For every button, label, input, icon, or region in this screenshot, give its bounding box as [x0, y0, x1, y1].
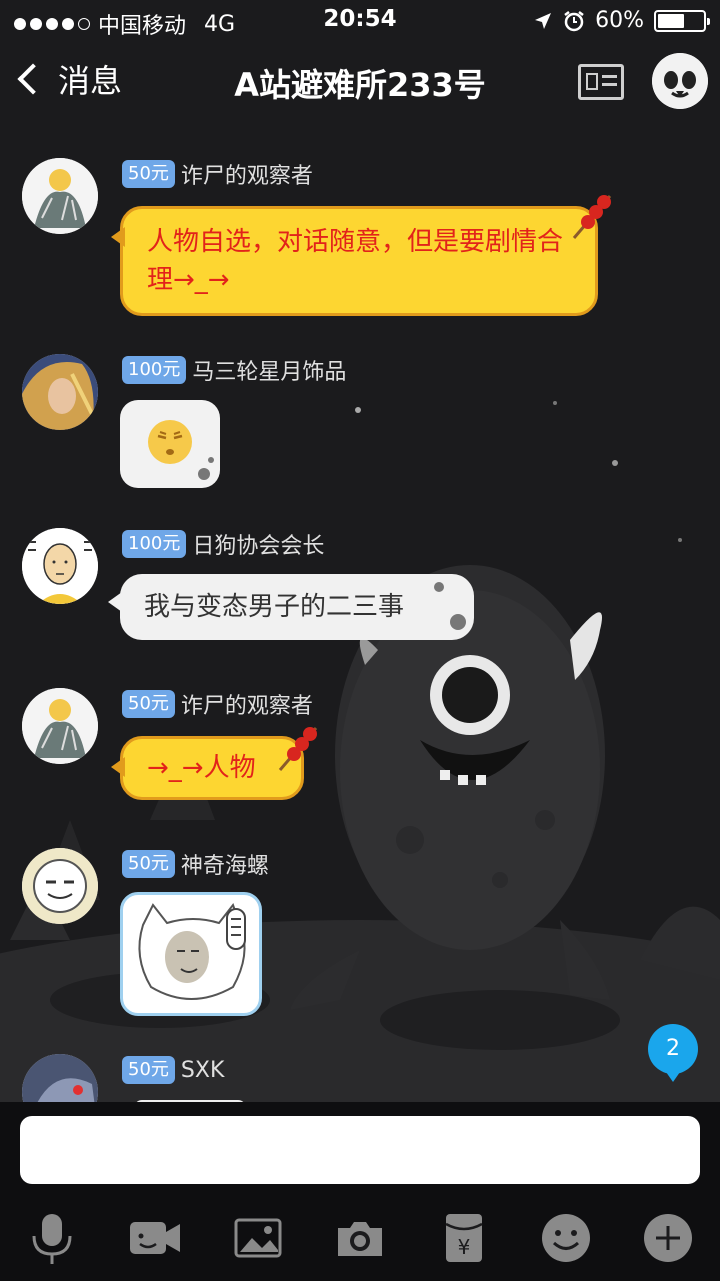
candied-haws-decoration-icon [572, 195, 612, 239]
location-arrow-icon [535, 12, 552, 29]
sender-name[interactable]: 诈尸的观察者 [181, 158, 313, 190]
sender-meta: 50元 神奇海螺 [122, 848, 269, 880]
status-bar: 中国移动 4G 20:54 60% [0, 0, 720, 40]
cat-sticker-bubble[interactable] [120, 892, 262, 1016]
alarm-clock-icon [564, 10, 584, 31]
gift-badge: 100元 [122, 530, 187, 558]
message-text: 人物自选，对话随意，但是要剧情合理→_→ [147, 227, 564, 295]
annoyed-face-emoji-icon [148, 420, 214, 480]
message-bubble[interactable]: 我与变态男子的二三事 [108, 574, 474, 640]
sender-name[interactable]: 诈尸的观察者 [181, 688, 313, 720]
sender-name[interactable]: SXK [181, 1058, 224, 1083]
sender-meta: 50元 SXK [122, 1056, 224, 1084]
input-toolbar: ¥ [0, 1202, 720, 1272]
bubble-decoration [450, 614, 466, 630]
message-text: 我与变态男子的二三事 [144, 592, 405, 622]
input-area: ¥ [0, 1102, 720, 1281]
mic-icon[interactable] [24, 1210, 80, 1266]
avatar[interactable] [22, 354, 98, 430]
video-icon[interactable] [126, 1210, 182, 1266]
sender-meta: 50元 诈尸的观察者 [122, 688, 313, 720]
gift-badge: 50元 [122, 1056, 175, 1084]
message-input[interactable] [20, 1116, 700, 1184]
avatar[interactable] [22, 688, 98, 764]
header-avatar[interactable] [652, 53, 708, 109]
emoji-icon[interactable] [538, 1210, 594, 1266]
gift-badge: 50元 [122, 690, 175, 718]
sender-meta: 50元 诈尸的观察者 [122, 158, 313, 190]
battery-fill [658, 13, 685, 28]
avatar[interactable] [22, 158, 98, 234]
avatar[interactable] [22, 528, 98, 604]
plus-icon[interactable] [640, 1210, 696, 1266]
sender-name[interactable]: 神奇海螺 [181, 848, 269, 880]
camera-icon[interactable] [332, 1210, 388, 1266]
sender-meta: 100元 日狗协会会长 [122, 528, 324, 560]
cat-meme-sticker-icon [138, 902, 246, 1000]
sender-name[interactable]: 马三轮星月饰品 [192, 354, 346, 386]
profile-card-icon[interactable] [578, 64, 624, 100]
avatar[interactable] [22, 1054, 98, 1102]
message-bubble[interactable]: 人物自选，对话随意，但是要剧情合理→_→ [111, 206, 598, 316]
message-item: 50元 SXK [0, 1050, 720, 1102]
avatar[interactable] [22, 848, 98, 924]
chat-header: 消息 A站避难所233号 [0, 40, 720, 120]
bubble-decoration [434, 582, 444, 592]
battery-icon [654, 9, 710, 32]
message-text: →_→人物 [147, 753, 256, 783]
candied-haws-decoration-icon [278, 727, 318, 771]
unread-count-badge[interactable]: 2 [648, 1024, 698, 1082]
gift-badge: 50元 [122, 850, 175, 878]
battery-percent: 60% [595, 8, 644, 33]
gift-badge: 100元 [122, 356, 187, 384]
sender-name[interactable]: 日狗协会会长 [192, 528, 324, 560]
sender-meta: 100元 马三轮星月饰品 [122, 354, 346, 386]
image-icon[interactable] [230, 1210, 286, 1266]
svg-text:¥: ¥ [458, 1235, 471, 1259]
red-packet-icon[interactable]: ¥ [436, 1210, 492, 1266]
status-right: 60% [533, 8, 710, 33]
gift-badge: 50元 [122, 160, 175, 188]
emoji-sticker-bubble[interactable] [120, 400, 220, 488]
